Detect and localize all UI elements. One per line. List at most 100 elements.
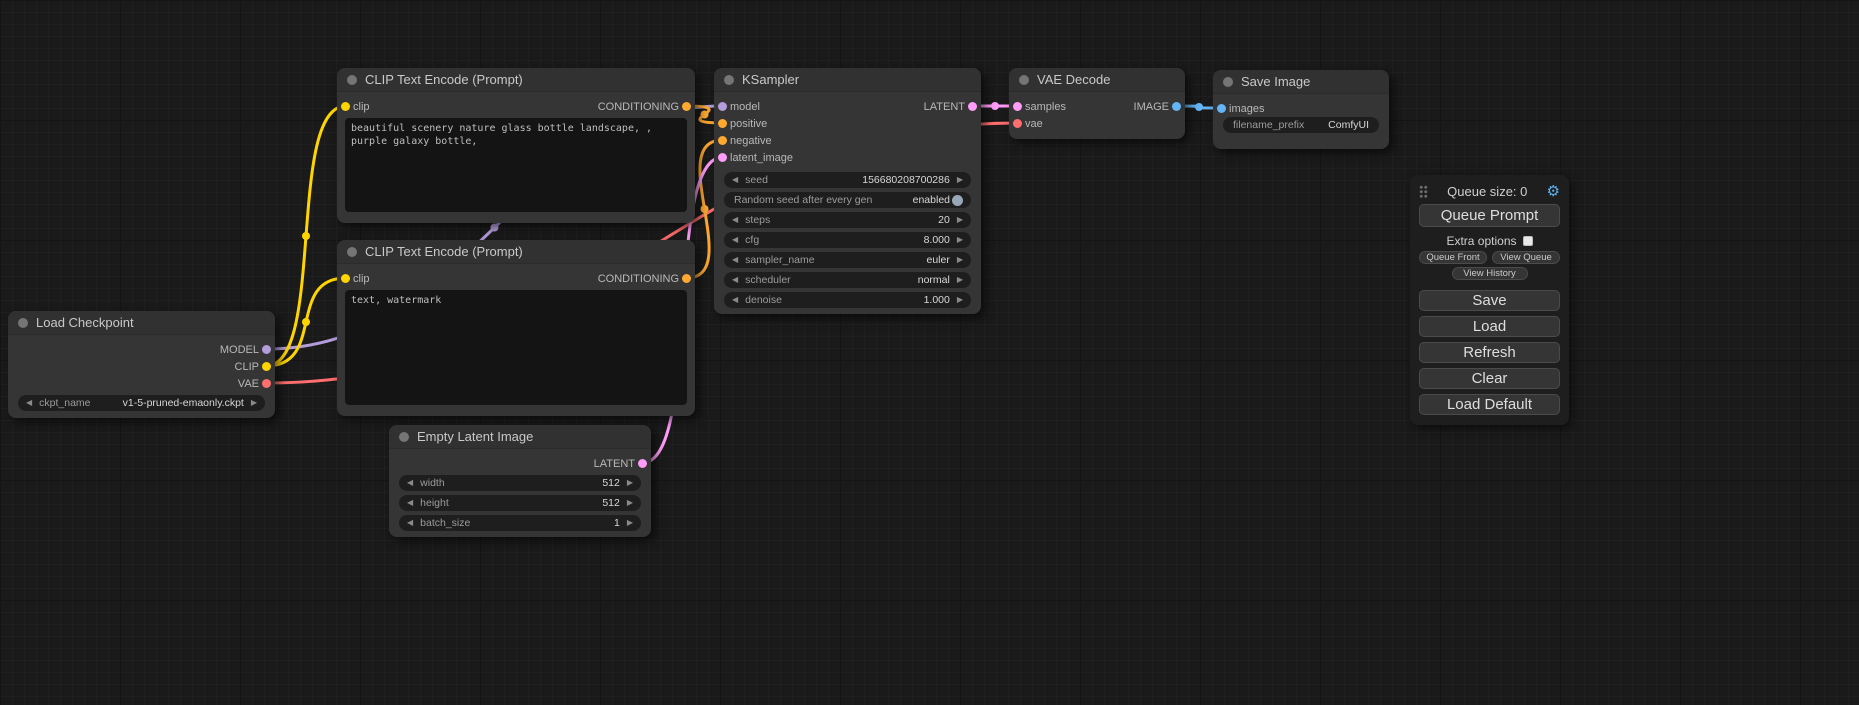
- gear-icon[interactable]: ⚙: [1547, 184, 1560, 199]
- increment-arrow-icon[interactable]: ▶: [957, 216, 963, 224]
- queue-front-button[interactable]: Queue Front: [1419, 251, 1487, 264]
- latent-output-dot[interactable]: [638, 459, 647, 468]
- conditioning-output-dot[interactable]: [682, 102, 691, 111]
- images-input-dot[interactable]: [1217, 104, 1226, 113]
- positive-prompt-textarea[interactable]: beautiful scenery nature glass bottle la…: [345, 118, 687, 212]
- node-title-bar[interactable]: KSampler: [714, 68, 981, 92]
- scheduler-widget[interactable]: ◀ scheduler normal ▶: [724, 272, 971, 288]
- collapse-dot-icon[interactable]: [1223, 77, 1233, 87]
- collapse-dot-icon[interactable]: [347, 75, 357, 85]
- slot-row-model-latent: model LATENT: [714, 98, 981, 115]
- widget-value: 8.000: [924, 234, 950, 246]
- extra-options-checkbox[interactable]: [1523, 236, 1533, 246]
- collapse-dot-icon[interactable]: [347, 247, 357, 257]
- negative-input-dot[interactable]: [718, 136, 727, 145]
- height-widget[interactable]: ◀ height 512 ▶: [399, 495, 641, 511]
- node-title-bar[interactable]: CLIP Text Encode (Prompt): [337, 68, 695, 92]
- samples-input-dot[interactable]: [1013, 102, 1022, 111]
- increment-arrow-icon[interactable]: ▶: [627, 519, 633, 527]
- input-slot-latent-image: latent_image: [714, 149, 981, 166]
- load-default-button[interactable]: Load Default: [1419, 394, 1560, 415]
- latent-image-input-dot[interactable]: [718, 153, 727, 162]
- increment-arrow-icon[interactable]: ▶: [957, 236, 963, 244]
- cfg-widget[interactable]: ◀ cfg 8.000 ▶: [724, 232, 971, 248]
- increment-arrow-icon[interactable]: ▶: [957, 256, 963, 264]
- node-title-bar[interactable]: VAE Decode: [1009, 68, 1185, 92]
- node-canvas[interactable]: Load Checkpoint MODEL CLIP VAE ◀ ckpt_na…: [0, 0, 1859, 705]
- collapse-dot-icon[interactable]: [724, 75, 734, 85]
- width-widget[interactable]: ◀ width 512 ▶: [399, 475, 641, 491]
- decrement-arrow-icon[interactable]: ◀: [732, 216, 738, 224]
- node-vae-decode[interactable]: VAE Decode samples IMAGE vae: [1009, 68, 1185, 139]
- decrement-arrow-icon[interactable]: ◀: [407, 479, 413, 487]
- latent-output-dot[interactable]: [968, 102, 977, 111]
- clear-button[interactable]: Clear: [1419, 368, 1560, 389]
- node-title: KSampler: [742, 72, 799, 87]
- seed-widget[interactable]: ◀ seed 156680208700286 ▶: [724, 172, 971, 188]
- clip-input-dot[interactable]: [341, 102, 350, 111]
- positive-input-dot[interactable]: [718, 119, 727, 128]
- decrement-arrow-icon[interactable]: ◀: [732, 176, 738, 184]
- slot-label: latent_image: [730, 152, 793, 164]
- slot-label: model: [730, 101, 760, 113]
- toggle-knob[interactable]: [952, 195, 963, 206]
- conditioning-output-dot[interactable]: [682, 274, 691, 283]
- decrement-arrow-icon[interactable]: ◀: [732, 276, 738, 284]
- sampler-name-widget[interactable]: ◀ sampler_name euler ▶: [724, 252, 971, 268]
- clip-input-dot[interactable]: [341, 274, 350, 283]
- clip-output-dot[interactable]: [262, 362, 271, 371]
- input-slot-negative: negative: [714, 132, 981, 149]
- node-ksampler[interactable]: KSampler model LATENT positive negative …: [714, 68, 981, 314]
- increment-arrow-icon[interactable]: ▶: [957, 176, 963, 184]
- view-history-button[interactable]: View History: [1452, 267, 1528, 280]
- node-load-checkpoint[interactable]: Load Checkpoint MODEL CLIP VAE ◀ ckpt_na…: [8, 311, 275, 418]
- increment-arrow-icon[interactable]: ▶: [627, 479, 633, 487]
- decrement-arrow-icon[interactable]: ◀: [732, 236, 738, 244]
- save-button[interactable]: Save: [1419, 290, 1560, 311]
- node-save-image[interactable]: Save Image images filename_prefix ComfyU…: [1213, 70, 1389, 149]
- slot-label: CONDITIONING: [598, 273, 679, 285]
- widget-value: 1: [614, 517, 620, 529]
- decrement-arrow-icon[interactable]: ◀: [407, 499, 413, 507]
- filename-prefix-widget[interactable]: filename_prefix ComfyUI: [1223, 117, 1379, 133]
- decrement-arrow-icon[interactable]: ◀: [26, 399, 32, 407]
- random-seed-toggle-widget[interactable]: Random seed after every gen enabled: [724, 192, 971, 208]
- increment-arrow-icon[interactable]: ▶: [627, 499, 633, 507]
- refresh-button[interactable]: Refresh: [1419, 342, 1560, 363]
- ckpt-name-widget[interactable]: ◀ ckpt_name v1-5-pruned-emaonly.ckpt ▶: [18, 395, 265, 411]
- increment-arrow-icon[interactable]: ▶: [957, 276, 963, 284]
- node-empty-latent-image[interactable]: Empty Latent Image LATENT ◀ width 512 ▶ …: [389, 425, 651, 537]
- decrement-arrow-icon[interactable]: ◀: [732, 256, 738, 264]
- vae-output-dot[interactable]: [262, 379, 271, 388]
- batch-size-widget[interactable]: ◀ batch_size 1 ▶: [399, 515, 641, 531]
- node-title-bar[interactable]: Save Image: [1213, 70, 1389, 94]
- collapse-dot-icon[interactable]: [399, 432, 409, 442]
- collapse-dot-icon[interactable]: [1019, 75, 1029, 85]
- queue-prompt-button[interactable]: Queue Prompt: [1419, 204, 1560, 227]
- node-clip-text-encode-positive[interactable]: CLIP Text Encode (Prompt) clip CONDITION…: [337, 68, 695, 223]
- vae-input-dot[interactable]: [1013, 119, 1022, 128]
- steps-widget[interactable]: ◀ steps 20 ▶: [724, 212, 971, 228]
- slot-label: MODEL: [220, 344, 259, 356]
- node-clip-text-encode-negative[interactable]: CLIP Text Encode (Prompt) clip CONDITION…: [337, 240, 695, 416]
- increment-arrow-icon[interactable]: ▶: [957, 296, 963, 304]
- model-input-dot[interactable]: [718, 102, 727, 111]
- load-button[interactable]: Load: [1419, 316, 1560, 337]
- negative-prompt-textarea[interactable]: text, watermark: [345, 290, 687, 405]
- image-output-dot[interactable]: [1172, 102, 1181, 111]
- decrement-arrow-icon[interactable]: ◀: [732, 296, 738, 304]
- link-midpoint-dot: [302, 318, 310, 326]
- denoise-widget[interactable]: ◀ denoise 1.000 ▶: [724, 292, 971, 308]
- increment-arrow-icon[interactable]: ▶: [251, 399, 257, 407]
- node-title-bar[interactable]: Empty Latent Image: [389, 425, 651, 449]
- drag-handle-icon[interactable]: [1419, 185, 1428, 198]
- queue-size-label: Queue size: 0: [1428, 184, 1547, 199]
- node-title-bar[interactable]: Load Checkpoint: [8, 311, 275, 335]
- decrement-arrow-icon[interactable]: ◀: [407, 519, 413, 527]
- model-output-dot[interactable]: [262, 345, 271, 354]
- view-queue-button[interactable]: View Queue: [1492, 251, 1560, 264]
- node-title: CLIP Text Encode (Prompt): [365, 244, 523, 259]
- collapse-dot-icon[interactable]: [18, 318, 28, 328]
- extra-options-label: Extra options: [1446, 234, 1516, 248]
- node-title-bar[interactable]: CLIP Text Encode (Prompt): [337, 240, 695, 264]
